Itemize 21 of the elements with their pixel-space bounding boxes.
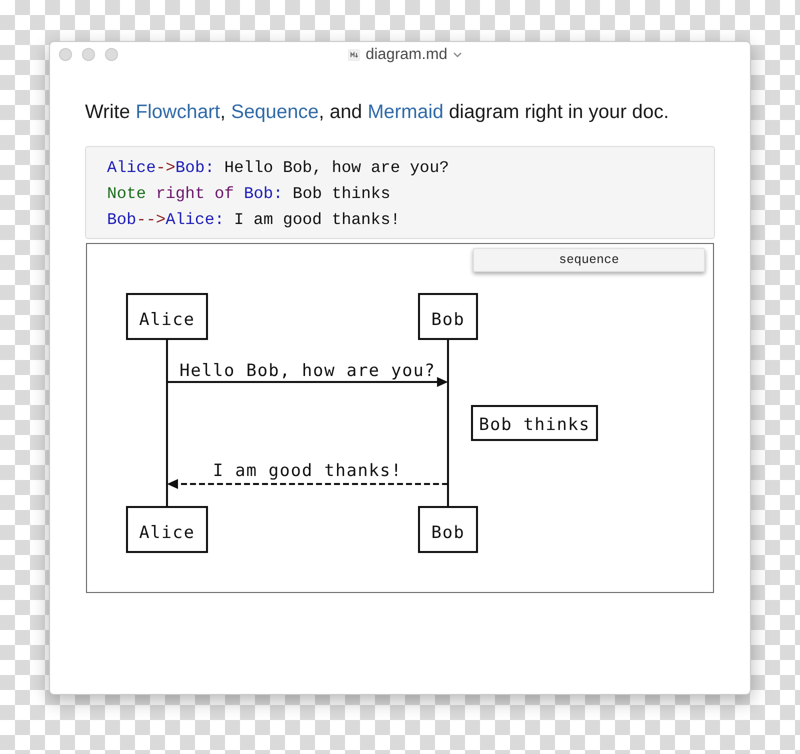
participant-box: Bob bbox=[418, 293, 478, 340]
participant-box: Alice bbox=[126, 506, 208, 553]
link[interactable]: Sequence bbox=[230, 101, 319, 123]
link[interactable]: Mermaid bbox=[368, 101, 444, 123]
link[interactable]: Flowchart bbox=[136, 101, 220, 123]
code-line: Alice->Bob: Hello Bob, how are you? bbox=[107, 157, 449, 179]
participant-box: Bob bbox=[418, 506, 478, 553]
code-line: Note right of Bob: Bob thinks bbox=[107, 183, 390, 205]
mode-button[interactable]: sequence bbox=[473, 248, 705, 272]
document-icon bbox=[348, 49, 360, 61]
intro-text: Write Flowchart, Sequence, and Mermaid diagram right in your doc. bbox=[85, 100, 670, 125]
minimize-button[interactable] bbox=[82, 48, 95, 61]
chevron-down-icon[interactable] bbox=[453, 52, 462, 58]
message-label: I am good thanks! bbox=[212, 461, 402, 481]
message-label: Hello Bob, how are you? bbox=[179, 361, 436, 381]
note-box: Bob thinks bbox=[471, 405, 598, 441]
close-button[interactable] bbox=[59, 48, 72, 61]
code-line: Bob-->Alice: I am good thanks! bbox=[107, 209, 400, 231]
fullscreen-button[interactable] bbox=[105, 48, 118, 61]
window-title: diagram.md bbox=[366, 47, 448, 63]
participant-box: Alice bbox=[126, 293, 208, 340]
